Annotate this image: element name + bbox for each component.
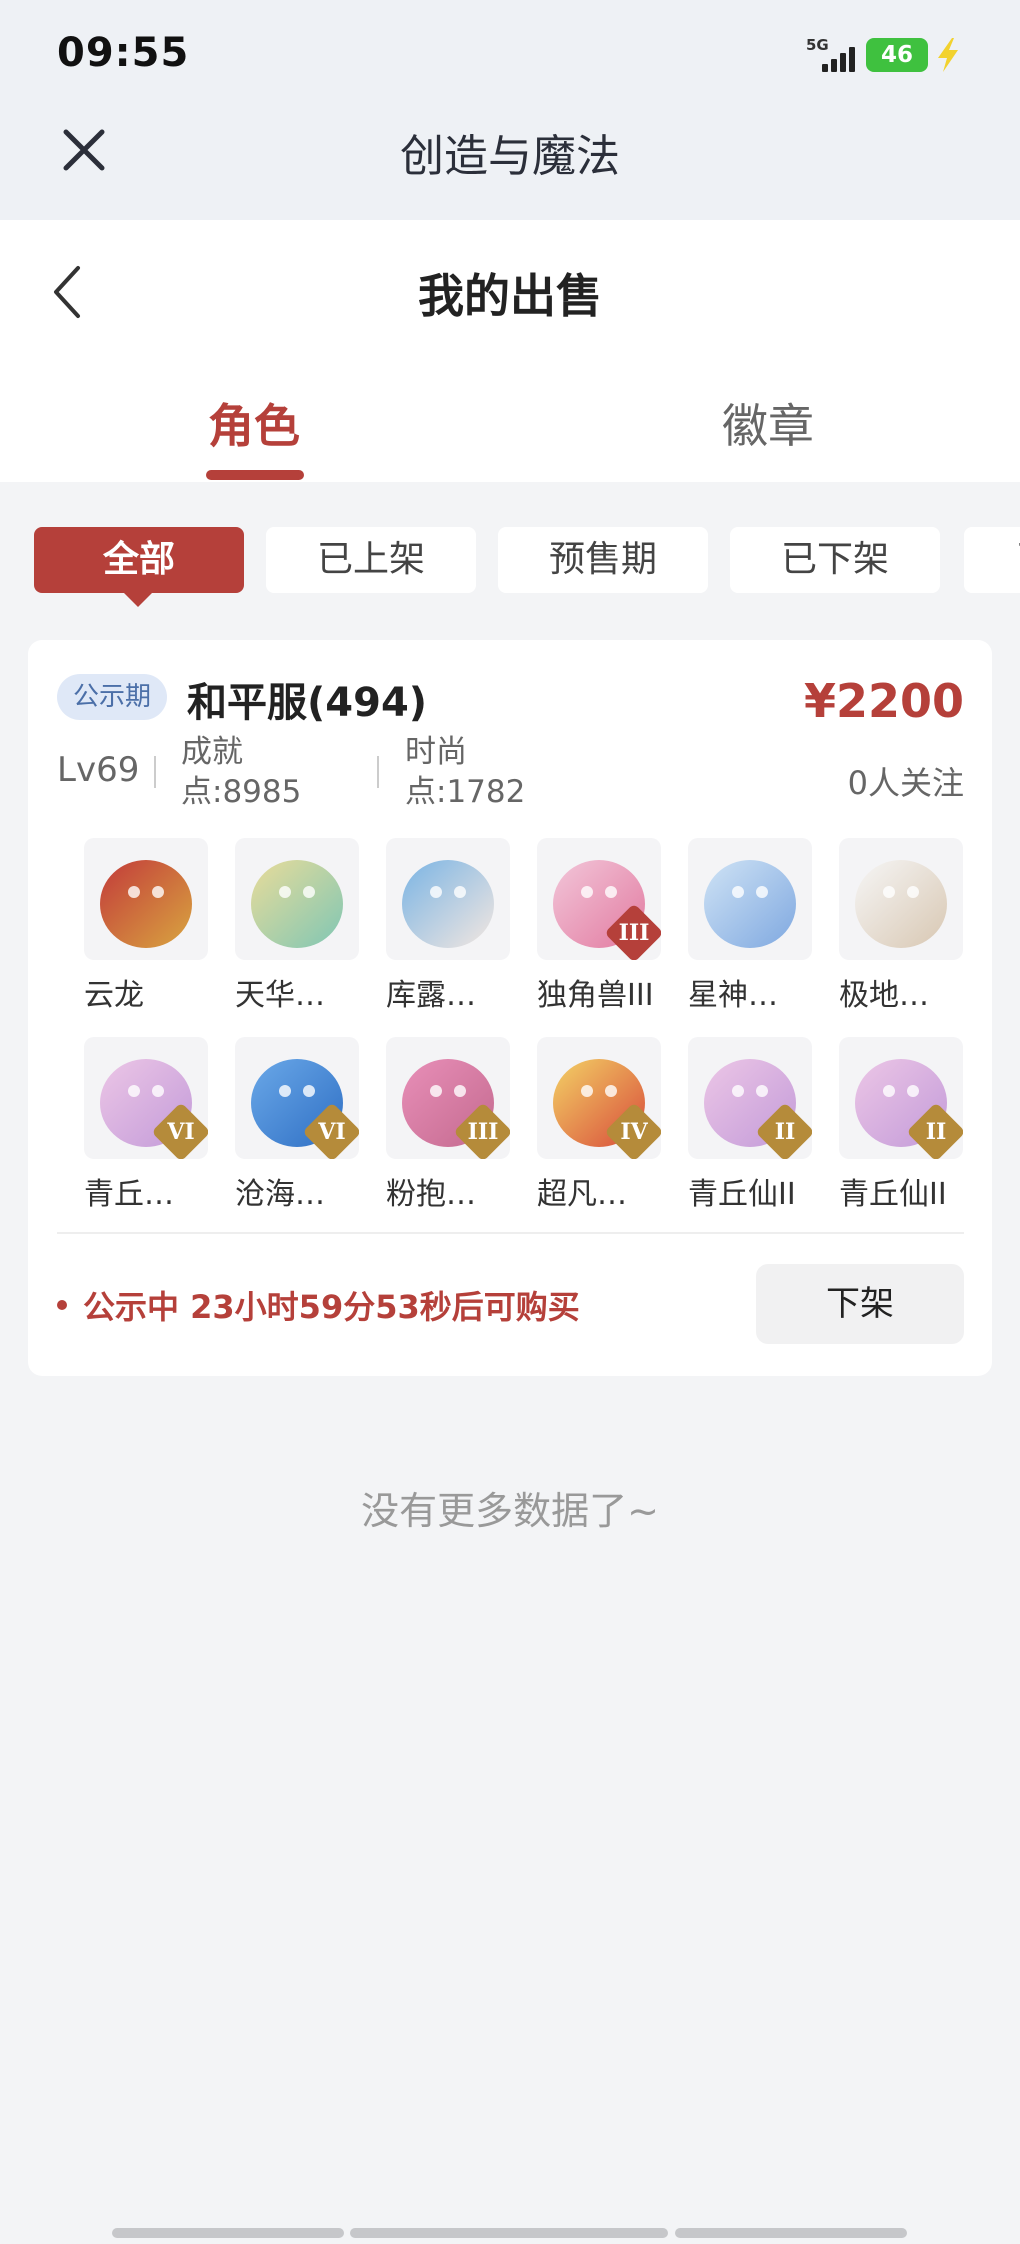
app-title: 创造与魔法 — [400, 131, 620, 182]
filter-bar: 全部 已上架 预售期 已下架 已 — [0, 527, 1020, 607]
fox-maiden-icon: VI — [84, 1037, 208, 1159]
phase-badge: 公示期 — [57, 674, 168, 720]
notice-dot — [57, 1300, 67, 1310]
rank-label: VI — [318, 1119, 346, 1145]
pet-item[interactable]: IV 超凡… — [537, 1037, 661, 1213]
sea-spirit-icon: VI — [235, 1037, 359, 1159]
home-indicator — [112, 2228, 344, 2238]
battery-icon: 46 — [866, 38, 938, 72]
pet-name: 星神… — [688, 978, 778, 1013]
filter-delisted[interactable]: 已下架 — [730, 527, 940, 593]
pet-name: 青丘… — [84, 1177, 174, 1212]
no-more-data: 没有更多数据了~ — [361, 1489, 659, 1533]
rank-label: IV — [620, 1119, 648, 1145]
pet-item[interactable]: III 粉抱… — [386, 1037, 510, 1213]
pet-item[interactable]: 天华… — [235, 838, 359, 1014]
pet-item[interactable]: 库露… — [386, 838, 510, 1014]
page-header: 我的出售 角色 徽章 — [0, 220, 1020, 482]
mini-app-header: 创造与魔法 — [0, 110, 1020, 220]
tab-role[interactable]: 角色 — [208, 390, 300, 456]
rank-label: II — [925, 1119, 947, 1145]
pet-name: 超凡… — [537, 1177, 627, 1212]
rank-label: III — [618, 920, 650, 946]
pet-name: 青丘仙II — [688, 1177, 796, 1212]
rank-badge: III — [453, 1102, 510, 1159]
fox-maiden-icon: II — [688, 1037, 812, 1159]
divider — [154, 756, 156, 788]
divider — [377, 756, 379, 788]
active-filter-pointer — [124, 593, 152, 607]
rank-badge: II — [755, 1102, 812, 1159]
filter-presale[interactable]: 预售期 — [498, 527, 708, 593]
golden-mecha-icon: IV — [537, 1037, 661, 1159]
rank-badge: VI — [302, 1102, 359, 1159]
rank-label: VI — [167, 1119, 195, 1145]
status-bar: 09:55 5G 46 — [0, 0, 1020, 110]
page-title: 我的出售 — [418, 269, 602, 323]
delist-button[interactable]: 下架 — [756, 1264, 964, 1344]
listing-card[interactable]: 公示期 和平服(494) ¥2200 0人关注 Lv69 成就点:8985 时尚… — [28, 640, 992, 1376]
pet-item[interactable]: 星神… — [688, 838, 812, 1014]
dragon-icon — [84, 838, 208, 960]
pink-bear-icon: III — [386, 1037, 510, 1159]
star-beast-icon — [688, 838, 812, 960]
pet-item[interactable]: II 青丘仙II — [688, 1037, 812, 1213]
filter-listed[interactable]: 已上架 — [266, 527, 476, 593]
signal-icon — [820, 46, 860, 72]
pet-name: 独角兽III — [537, 978, 654, 1013]
pet-name: 粉抱… — [386, 1177, 476, 1212]
home-indicator — [675, 2228, 907, 2238]
pet-item[interactable]: VI 沧海… — [235, 1037, 359, 1213]
rank-badge: IV — [604, 1102, 661, 1159]
filter-all[interactable]: 全部 — [34, 527, 244, 593]
character-level: Lv69 — [57, 750, 140, 790]
home-indicator — [350, 2228, 668, 2238]
pet-item[interactable]: 极地… — [839, 838, 963, 1014]
rank-badge: II — [906, 1102, 963, 1159]
tab-badge[interactable]: 徽章 — [722, 390, 814, 456]
server-name: 和平服(494) — [187, 680, 428, 726]
fashion-points: 时尚点:1782 — [405, 734, 526, 810]
polar-cat-icon — [839, 838, 963, 960]
pet-item[interactable]: III 独角兽III — [537, 838, 661, 1014]
followers-count: 0人关注 — [847, 764, 964, 802]
pet-name: 云龙 — [84, 978, 144, 1013]
rank-badge: VI — [151, 1102, 208, 1159]
fox-maiden-icon: II — [839, 1037, 963, 1159]
rank-badge: III — [604, 903, 661, 960]
status-time: 09:55 — [57, 30, 190, 76]
sheep-girl-icon — [386, 838, 510, 960]
rank-label: II — [774, 1119, 796, 1145]
filter-more[interactable]: 已 — [964, 527, 1020, 593]
pet-item[interactable]: 云龙 — [84, 838, 208, 1014]
card-divider — [57, 1232, 964, 1234]
rank-label: III — [467, 1119, 499, 1145]
pet-item[interactable]: II 青丘仙II — [839, 1037, 963, 1213]
achievement-points: 成就点:8985 — [181, 734, 302, 810]
charging-icon — [938, 38, 958, 72]
pet-item[interactable]: VI 青丘… — [84, 1037, 208, 1213]
pet-name: 库露… — [386, 978, 476, 1013]
pet-name: 天华… — [235, 978, 325, 1013]
unicorn-icon: III — [537, 838, 661, 960]
notice-text: 公示中 23小时59分53秒后可购买 — [83, 1288, 580, 1326]
pet-name: 极地… — [839, 978, 929, 1013]
goddess-icon — [235, 838, 359, 960]
price: ¥2200 — [803, 674, 964, 728]
pet-name: 沧海… — [235, 1177, 325, 1212]
pet-name: 青丘仙II — [839, 1177, 947, 1212]
active-tab-indicator — [206, 470, 304, 480]
